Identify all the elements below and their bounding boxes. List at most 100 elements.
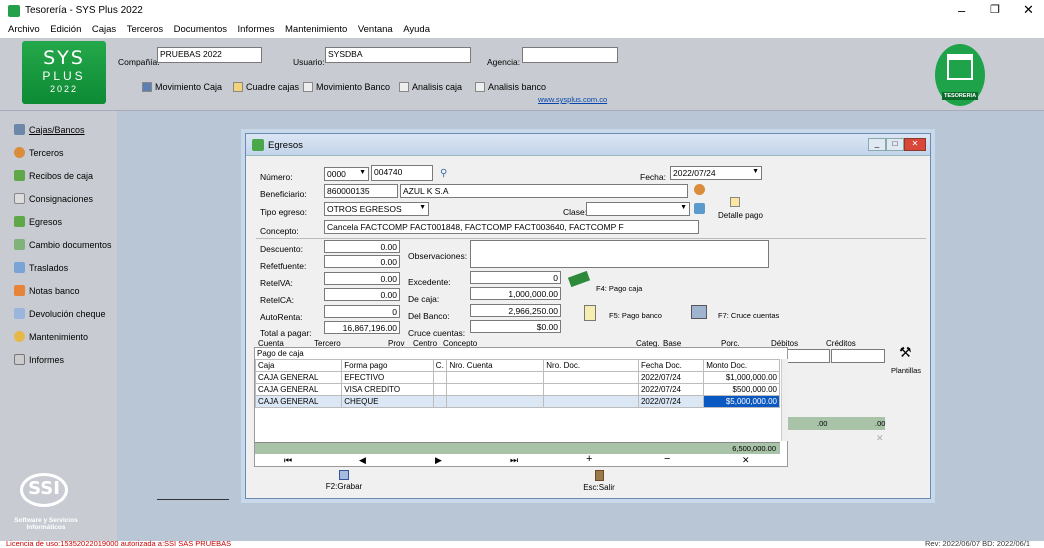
minimize-button[interactable]: –	[958, 3, 965, 18]
f5-pago-banco-button[interactable]: F5: Pago banco	[609, 311, 662, 320]
sidebar-item-egresos[interactable]: Egresos	[14, 216, 62, 227]
sidebar-item-mantenimiento[interactable]: Mantenimiento	[14, 331, 88, 342]
app-icon	[8, 5, 20, 17]
autorenta-field[interactable]: 0	[324, 305, 400, 318]
menu-informes[interactable]: Informes	[238, 24, 275, 35]
maximize-button[interactable]: ❐	[990, 3, 1000, 16]
observaciones-label: Observaciones:	[408, 251, 468, 261]
search-icon[interactable]: ⚲	[440, 168, 447, 179]
close-button[interactable]: ✕	[1023, 2, 1034, 18]
toolbar-analisis-banco[interactable]: Analisis banco	[475, 82, 546, 92]
cash-payment-icon[interactable]	[567, 270, 591, 288]
next-record-button[interactable]: ▶	[435, 455, 442, 466]
bank-icon	[475, 82, 485, 92]
beneficiario-name-field[interactable]: AZUL K S.A	[400, 184, 688, 198]
table-row[interactable]: CAJA GENERAL VISA CREDITO 2022/07/24 $50…	[254, 383, 780, 396]
menu-ventana[interactable]: Ventana	[358, 24, 393, 35]
creditos-input[interactable]	[831, 349, 885, 363]
numero-field[interactable]: 004740	[371, 165, 433, 181]
reteica-field[interactable]: 0.00	[324, 288, 400, 301]
decaja-field[interactable]: 1,000,000.00	[470, 287, 561, 300]
excedente-field[interactable]: 0	[470, 271, 561, 284]
fecha-field[interactable]: 2022/07/24 ▼	[670, 166, 762, 180]
usuario-label: Usuario:	[293, 57, 325, 67]
sidebar-item-devolucion-cheque[interactable]: Devolución cheque	[14, 308, 106, 319]
observaciones-field[interactable]	[470, 240, 769, 268]
cancel-record-button[interactable]: ✕	[742, 455, 750, 466]
first-record-button[interactable]: ⏮	[284, 455, 292, 466]
pago-caja-table: Caja Forma pago C. Nro. Cuenta Nro. Doc.…	[254, 359, 780, 408]
beneficiario-nit-field[interactable]: 860000135	[324, 184, 398, 198]
bank-payment-icon[interactable]	[584, 305, 596, 321]
sidebar-item-traslados[interactable]: Traslados	[14, 262, 68, 273]
menu-edicion[interactable]: Edición	[50, 24, 81, 35]
grabar-button[interactable]: F2:Grabar	[324, 470, 364, 494]
printer-icon[interactable]	[691, 305, 707, 319]
cruce-label: Cruce cuentas:	[408, 328, 466, 338]
menu-documentos[interactable]: Documentos	[174, 24, 227, 35]
dialog-titlebar: Egresos _ □ ✕	[246, 134, 930, 156]
vertical-scrollbar[interactable]	[781, 359, 788, 441]
sidebar-item-cajas-bancos[interactable]: Cajas/Bancos	[14, 124, 85, 135]
compania-field[interactable]: PRUEBAS 2022	[157, 47, 262, 63]
prev-record-button[interactable]: ◀	[359, 455, 366, 466]
totals-bar: .00 .00	[787, 417, 885, 430]
magic-wand-icon[interactable]: ⚒	[899, 344, 912, 361]
menu-archivo[interactable]: Archivo	[8, 24, 40, 35]
sidebar-item-notas-banco[interactable]: Notas banco	[14, 285, 80, 296]
retefuente-field[interactable]: 0.00	[324, 255, 400, 268]
dialog-minimize-button[interactable]: _	[868, 138, 886, 151]
dialog-maximize-button[interactable]: □	[886, 138, 904, 151]
sidebar-item-informes[interactable]: Informes	[14, 354, 64, 365]
f4-pago-caja-button[interactable]: F4: Pago caja	[596, 284, 642, 293]
descuento-label: Descuento:	[260, 244, 303, 254]
table-row[interactable]: CAJA GENERAL EFECTIVO 2022/07/24 $1,000,…	[254, 371, 780, 384]
table-row-selected[interactable]: CAJA GENERAL CHEQUE 2022/07/24 $5,000,00…	[254, 395, 780, 408]
add-clase-icon[interactable]	[694, 203, 705, 214]
sidebar-item-recibos[interactable]: Recibos de caja	[14, 170, 93, 181]
clase-select[interactable]: ▼	[586, 202, 690, 216]
menu-cajas[interactable]: Cajas	[92, 24, 116, 35]
table-header: Caja Forma pago C. Nro. Cuenta Nro. Doc.…	[254, 359, 780, 372]
exit-door-icon	[594, 470, 604, 481]
toolbar-movimiento-banco[interactable]: Movimiento Banco	[303, 82, 390, 92]
numero-prefix-select[interactable]: 0000 ▼	[324, 167, 369, 181]
toolbar-analisis-caja[interactable]: Analisis caja	[399, 82, 462, 92]
debitos-input[interactable]	[787, 349, 830, 363]
tipo-egreso-select[interactable]: OTROS EGRESOS ▼	[324, 202, 429, 216]
save-icon	[339, 470, 349, 480]
col-nro-cuenta: Nro. Cuenta	[446, 359, 545, 372]
descuento-field[interactable]: 0.00	[324, 240, 400, 253]
chevron-down-icon: ▼	[680, 204, 687, 211]
menu-terceros[interactable]: Terceros	[127, 24, 163, 35]
delete-record-button[interactable]: −	[664, 453, 670, 465]
col-monto-doc: Monto Doc.	[703, 359, 780, 372]
gear-icon	[14, 331, 25, 342]
sidebar-item-terceros[interactable]: Terceros	[14, 147, 64, 158]
user-lookup-icon[interactable]	[694, 184, 705, 195]
cruce-field[interactable]: $0.00	[470, 320, 561, 333]
detalle-pago-button[interactable]: Detalle pago	[718, 211, 763, 220]
salir-button[interactable]: Esc:Salir	[579, 470, 619, 494]
website-link[interactable]: www.sysplus.com.co	[538, 95, 607, 104]
toolbar-movimiento-caja[interactable]: Movimiento Caja	[142, 82, 222, 92]
total-label: Total a pagar:	[260, 328, 312, 338]
clear-icon[interactable]: ✕	[876, 433, 884, 444]
sidebar-item-consignaciones[interactable]: Consignaciones	[14, 193, 93, 204]
monto-cell-editing[interactable]: $5,000,000.00	[703, 395, 780, 408]
usuario-field[interactable]: SYSDBA	[325, 47, 471, 63]
agencia-field[interactable]	[522, 47, 618, 63]
last-record-button[interactable]: ⏭	[510, 455, 518, 466]
ssi-company-text: Software y Servicios Informáticos	[14, 517, 78, 531]
menu-mantenimiento[interactable]: Mantenimiento	[285, 24, 347, 35]
delbanco-field[interactable]: 2,966,250.00	[470, 304, 561, 317]
plantillas-button[interactable]: Plantillas	[891, 366, 921, 375]
toolbar-cuadre-cajas[interactable]: Cuadre cajas	[233, 82, 299, 92]
dialog-close-button[interactable]: ✕	[904, 138, 926, 151]
reteiva-field[interactable]: 0.00	[324, 272, 400, 285]
concepto-field[interactable]: Cancela FACTCOMP FACT001848, FACTCOMP FA…	[324, 220, 699, 234]
menu-ayuda[interactable]: Ayuda	[403, 24, 430, 35]
sidebar-item-cambio-documentos[interactable]: Cambio documentos	[14, 239, 112, 250]
add-record-button[interactable]: +	[586, 453, 592, 465]
f7-cruce-cuentas-button[interactable]: F7: Cruce cuentas	[718, 311, 779, 320]
